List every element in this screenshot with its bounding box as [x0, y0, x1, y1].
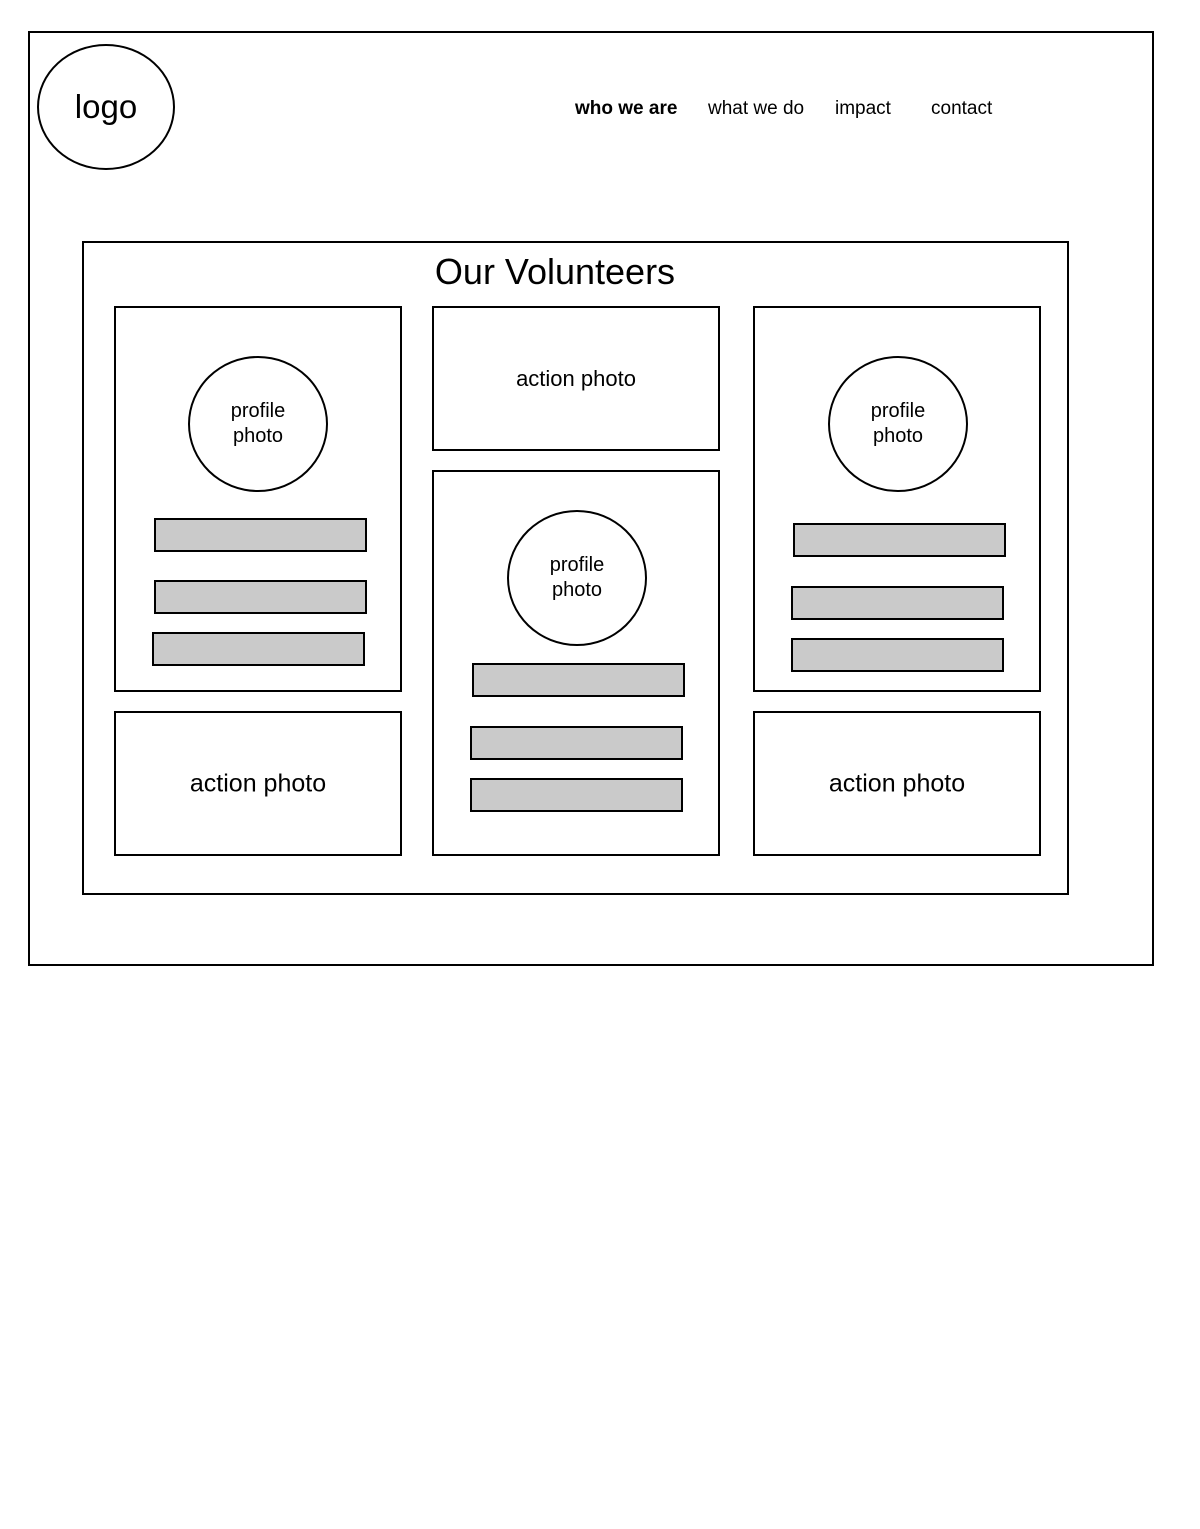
text-placeholder-bar: [793, 523, 1006, 557]
volunteer-card: profile photo: [432, 470, 720, 856]
action-photo-label: action photo: [828, 769, 966, 797]
nav-item-impact[interactable]: impact: [835, 97, 891, 121]
text-placeholder-bar: [470, 726, 683, 760]
text-placeholder-bar: [154, 580, 367, 614]
text-placeholder-bar: [470, 778, 683, 812]
action-photo-label: action photo: [189, 769, 327, 797]
logo-label: logo: [74, 88, 138, 125]
action-photo-placeholder: action photo: [114, 711, 402, 856]
logo[interactable]: logo: [37, 44, 175, 170]
profile-photo-placeholder: profile photo: [507, 510, 647, 646]
nav-item-what-we-do[interactable]: what we do: [708, 97, 804, 121]
nav-item-who-we-are[interactable]: who we are: [575, 97, 677, 121]
text-placeholder-bar: [472, 663, 685, 697]
nav-item-contact[interactable]: contact: [931, 97, 992, 121]
volunteer-card: profile photo: [114, 306, 402, 692]
profile-photo-placeholder: profile photo: [188, 356, 328, 492]
text-placeholder-bar: [791, 638, 1004, 672]
section-title: Our Volunteers: [434, 251, 676, 292]
text-placeholder-bar: [152, 632, 365, 666]
volunteer-card: profile photo: [753, 306, 1041, 692]
action-photo-label: action photo: [516, 365, 636, 391]
profile-photo-placeholder: profile photo: [828, 356, 968, 492]
action-photo-placeholder: action photo: [432, 306, 720, 451]
text-placeholder-bar: [791, 586, 1004, 620]
action-photo-placeholder: action photo: [753, 711, 1041, 856]
text-placeholder-bar: [154, 518, 367, 552]
